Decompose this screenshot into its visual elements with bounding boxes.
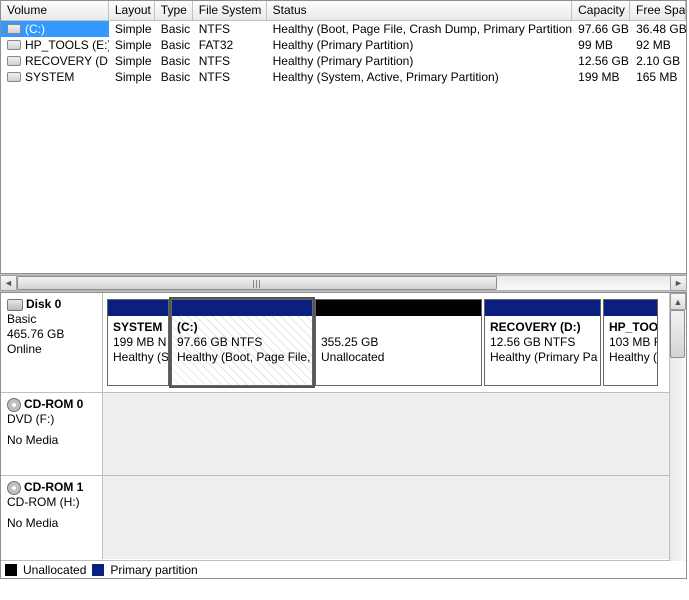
legend-swatch-primary bbox=[92, 564, 104, 576]
disk0-size: 465.76 GB bbox=[7, 327, 98, 342]
legend-primary: Primary partition bbox=[110, 563, 197, 577]
disk-icon bbox=[7, 299, 23, 311]
col-capacity[interactable]: Capacity bbox=[572, 1, 630, 20]
cdrom0-partitions bbox=[103, 393, 669, 475]
cdrom1-state: No Media bbox=[7, 516, 98, 531]
volumes-list-pane: Volume Layout Type File System Status Ca… bbox=[0, 0, 687, 274]
disk-graphical-content: Disk 0 Basic 465.76 GB Online SYSTEM199 … bbox=[1, 293, 669, 578]
cdrom0-label: CD-ROM 0 DVD (F:) No Media bbox=[1, 393, 103, 475]
scroll-left-button[interactable]: ◄ bbox=[0, 275, 17, 291]
cdrom0-title: CD-ROM 0 bbox=[24, 397, 83, 412]
col-free[interactable]: Free Spac bbox=[630, 1, 686, 20]
drive-icon bbox=[7, 72, 21, 82]
cdrom1-label: CD-ROM 1 CD-ROM (H:) No Media bbox=[1, 476, 103, 559]
volume-row[interactable]: HP_TOOLS (E:)SimpleBasicFAT32Healthy (Pr… bbox=[1, 37, 686, 53]
col-status[interactable]: Status bbox=[267, 1, 573, 20]
disk-graphical-pane: Disk 0 Basic 465.76 GB Online SYSTEM199 … bbox=[0, 292, 687, 579]
vscrollbar[interactable]: ▲ ▼ bbox=[669, 293, 686, 578]
volume-row[interactable]: RECOVERY (D:)SimpleBasicNTFSHealthy (Pri… bbox=[1, 53, 686, 69]
legend: Unallocated Primary partition bbox=[1, 560, 669, 578]
cdrom1-sub: CD-ROM (H:) bbox=[7, 495, 98, 510]
partition-block[interactable]: SYSTEM199 MB NHealthy (S bbox=[107, 299, 169, 386]
drive-icon bbox=[7, 40, 21, 50]
drive-icon bbox=[7, 24, 21, 34]
scroll-up-button[interactable]: ▲ bbox=[670, 293, 686, 310]
disk-row-disk0[interactable]: Disk 0 Basic 465.76 GB Online SYSTEM199 … bbox=[1, 293, 669, 393]
partition-block[interactable]: RECOVERY (D:)12.56 GB NTFSHealthy (Prima… bbox=[484, 299, 601, 386]
cdrom1-partitions bbox=[103, 476, 669, 559]
legend-unallocated: Unallocated bbox=[23, 563, 86, 577]
legend-swatch-unallocated bbox=[5, 564, 17, 576]
volumes-body: (C:)SimpleBasicNTFSHealthy (Boot, Page F… bbox=[1, 21, 686, 85]
cd-icon bbox=[7, 481, 21, 495]
volume-row[interactable]: SYSTEMSimpleBasicNTFSHealthy (System, Ac… bbox=[1, 69, 686, 85]
col-layout[interactable]: Layout bbox=[109, 1, 155, 20]
cdrom0-sub: DVD (F:) bbox=[7, 412, 98, 427]
disk0-type: Basic bbox=[7, 312, 98, 327]
partition-block[interactable]: 355.25 GBUnallocated bbox=[315, 299, 482, 386]
disk0-state: Online bbox=[7, 342, 98, 357]
volumes-header: Volume Layout Type File System Status Ca… bbox=[1, 1, 686, 21]
disk-row-cdrom1[interactable]: CD-ROM 1 CD-ROM (H:) No Media bbox=[1, 476, 669, 559]
col-filesystem[interactable]: File System bbox=[193, 1, 267, 20]
drive-icon bbox=[7, 56, 21, 66]
cd-icon bbox=[7, 398, 21, 412]
scroll-track[interactable] bbox=[17, 275, 670, 291]
col-volume[interactable]: Volume bbox=[1, 1, 109, 20]
disk0-label: Disk 0 Basic 465.76 GB Online bbox=[1, 293, 103, 392]
vscroll-thumb[interactable] bbox=[670, 310, 685, 358]
hscrollbar[interactable]: ◄ ► bbox=[0, 274, 687, 292]
partition-block[interactable]: (C:)97.66 GB NTFSHealthy (Boot, Page Fil… bbox=[171, 299, 313, 386]
scroll-thumb[interactable] bbox=[17, 276, 497, 290]
scroll-right-button[interactable]: ► bbox=[670, 275, 687, 291]
vscroll-track[interactable] bbox=[670, 310, 686, 561]
cdrom0-state: No Media bbox=[7, 433, 98, 448]
disk-row-cdrom0[interactable]: CD-ROM 0 DVD (F:) No Media bbox=[1, 393, 669, 476]
col-type[interactable]: Type bbox=[155, 1, 193, 20]
volume-row[interactable]: (C:)SimpleBasicNTFSHealthy (Boot, Page F… bbox=[1, 21, 686, 37]
cdrom1-title: CD-ROM 1 bbox=[24, 480, 83, 495]
partition-block[interactable]: HP_TOO103 MB FHealthy ( bbox=[603, 299, 658, 386]
disk0-title: Disk 0 bbox=[26, 297, 61, 312]
disk0-partitions: SYSTEM199 MB NHealthy (S(C:)97.66 GB NTF… bbox=[103, 293, 669, 392]
